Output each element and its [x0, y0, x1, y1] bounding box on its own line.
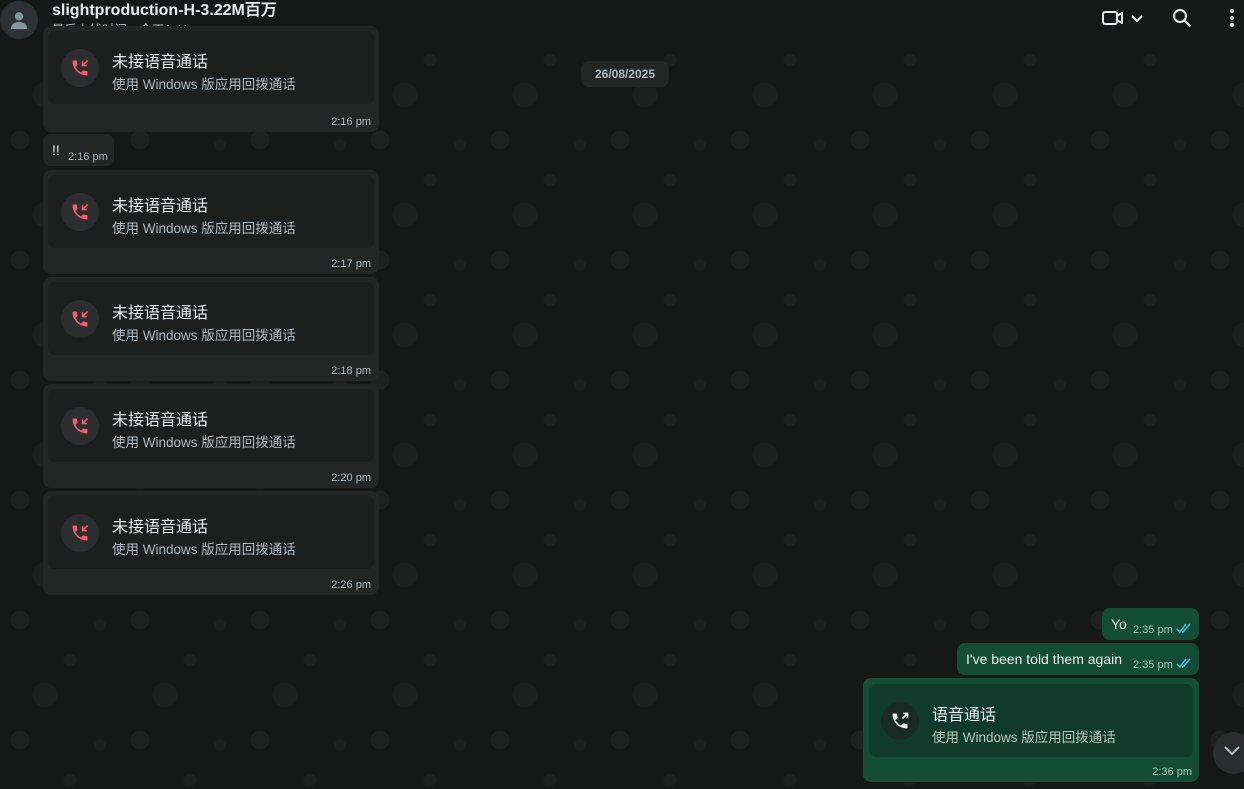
read-ticks-icon	[1176, 658, 1192, 672]
message-text: !!	[52, 142, 60, 158]
call-title: 未接语音通话	[112, 519, 209, 536]
message-time: 2:35 pm	[1133, 659, 1173, 671]
date-separator: 26/08/2025	[581, 61, 669, 87]
chevron-down-icon	[1223, 744, 1241, 762]
missed-call-card[interactable]: 未接语音通话 使用 Windows 版应用回拨通话	[48, 31, 374, 104]
call-title: 未接语音通话	[112, 305, 209, 322]
menu-button[interactable]	[1222, 8, 1242, 32]
outgoing-call-icon	[881, 702, 919, 740]
message-time: 2:20 pm	[331, 472, 371, 484]
call-subtitle: 使用 Windows 版应用回拨通话	[112, 328, 296, 343]
message-time: 2:17 pm	[331, 258, 371, 270]
missed-call-card[interactable]: 未接语音通话 使用 Windows 版应用回拨通话	[48, 282, 374, 355]
incoming-text-message[interactable]: !! 2:16 pm	[43, 134, 114, 166]
message-time: 2:16 pm	[331, 116, 371, 128]
message-time: 2:26 pm	[331, 579, 371, 591]
message-time: 2:16 pm	[68, 151, 108, 163]
message-meta: 2:35 pm	[1133, 658, 1192, 672]
call-title: 语音通话	[932, 707, 997, 724]
missed-call-icon	[61, 514, 99, 552]
message-time: 2:36 pm	[1152, 766, 1192, 778]
missed-call-icon	[61, 49, 99, 87]
missed-call-message[interactable]: 未接语音通话 使用 Windows 版应用回拨通话 2:26 pm	[43, 491, 379, 595]
call-subtitle: 使用 Windows 版应用回拨通话	[112, 77, 296, 92]
more-vertical-icon	[1229, 8, 1235, 33]
outgoing-text-message[interactable]: Yo 2:35 pm	[1102, 608, 1199, 640]
chevron-down-icon	[1130, 11, 1144, 29]
search-icon	[1172, 8, 1192, 33]
missed-call-message[interactable]: 未接语音通话 使用 Windows 版应用回拨通话 2:17 pm	[43, 170, 379, 274]
call-title: 未接语音通话	[112, 54, 209, 71]
contact-name: slightproduction-H-3.22M百万	[52, 2, 277, 19]
call-subtitle: 使用 Windows 版应用回拨通话	[112, 435, 296, 450]
avatar-icon[interactable]	[0, 1, 38, 39]
read-ticks-icon	[1176, 623, 1192, 637]
missed-call-message[interactable]: 未接语音通话 使用 Windows 版应用回拨通话 2:18 pm	[43, 277, 379, 381]
missed-call-message[interactable]: 未接语音通话 使用 Windows 版应用回拨通话 2:16 pm	[43, 26, 379, 132]
missed-call-card[interactable]: 未接语音通话 使用 Windows 版应用回拨通话	[48, 496, 374, 569]
video-call-icon	[1102, 9, 1124, 32]
call-subtitle: 使用 Windows 版应用回拨通话	[932, 730, 1116, 745]
outgoing-call-message[interactable]: 语音通话 使用 Windows 版应用回拨通话 2:36 pm	[863, 678, 1199, 782]
message-time: 2:35 pm	[1133, 624, 1173, 636]
search-button[interactable]	[1170, 8, 1194, 32]
message-text: I've been told them again	[966, 651, 1123, 667]
missed-call-icon	[61, 407, 99, 445]
voice-call-card[interactable]: 语音通话 使用 Windows 版应用回拨通话	[869, 684, 1193, 757]
call-subtitle: 使用 Windows 版应用回拨通话	[112, 221, 296, 236]
call-subtitle: 使用 Windows 版应用回拨通话	[112, 542, 296, 557]
message-text: Yo	[1111, 616, 1127, 632]
missed-call-icon	[61, 193, 99, 231]
missed-call-message[interactable]: 未接语音通话 使用 Windows 版应用回拨通话 2:20 pm	[43, 384, 379, 488]
message-meta: 2:35 pm	[1133, 623, 1192, 637]
missed-call-card[interactable]: 未接语音通话 使用 Windows 版应用回拨通话	[48, 389, 374, 462]
video-call-button[interactable]	[1099, 8, 1147, 32]
missed-call-card[interactable]: 未接语音通话 使用 Windows 版应用回拨通话	[48, 175, 374, 248]
message-time: 2:18 pm	[331, 365, 371, 377]
outgoing-text-message[interactable]: I've been told them again 2:35 pm	[957, 643, 1199, 675]
missed-call-icon	[61, 300, 99, 338]
call-title: 未接语音通话	[112, 412, 209, 429]
call-title: 未接语音通话	[112, 198, 209, 215]
